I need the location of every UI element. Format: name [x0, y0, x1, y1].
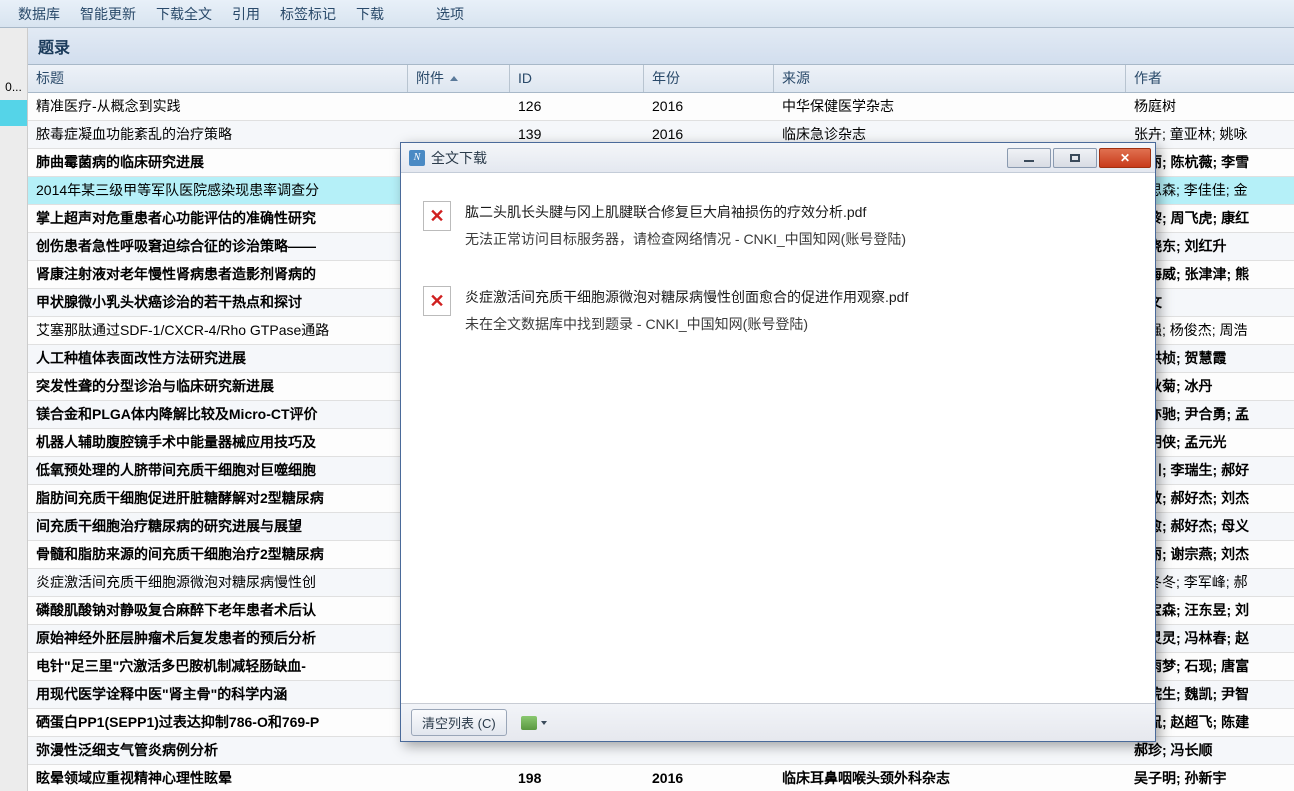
cell-title: 用现代医学诠释中医"肾主骨"的科学内涵 — [28, 681, 408, 708]
close-button[interactable]: ✕ — [1099, 148, 1151, 168]
cell-title: 艾塞那肽通过SDF-1/CXCR-4/Rho GTPase通路 — [28, 317, 408, 344]
col-title[interactable]: 标题 — [28, 65, 408, 92]
download-status: 无法正常访问目标服务器，请检查网络情况 - CNKI_中国知网(账号登陆) — [465, 226, 906, 253]
menu-cite[interactable]: 引用 — [222, 2, 270, 26]
download-status: 未在全文数据库中找到题录 - CNKI_中国知网(账号登陆) — [465, 311, 908, 338]
download-item[interactable]: ✕ 炎症激活间充质干细胞源微泡对糖尿病慢性创面愈合的促进作用观察.pdf未在全文数… — [417, 270, 1139, 355]
cell-title: 肺曲霉菌病的临床研究进展 — [28, 149, 408, 176]
clear-list-button[interactable]: 清空列表 (C) — [411, 709, 507, 736]
cell-title: 脓毒症凝血功能紊乱的治疗策略 — [28, 121, 408, 148]
download-dialog: N 全文下载 ✕ ✕ 肱二头肌长头腱与冈上肌腱联合修复巨大肩袖损伤的疗效分析.pd… — [400, 142, 1156, 742]
cell-id: 126 — [510, 93, 644, 120]
cell-title: 甲状腺微小乳头状癌诊治的若干热点和探讨 — [28, 289, 408, 316]
cell-title: 机器人辅助腹腔镜手术中能量器械应用技巧及 — [28, 429, 408, 456]
download-filename: 肱二头肌长头腱与冈上肌腱联合修复巨大肩袖损伤的疗效分析.pdf — [465, 199, 906, 226]
col-id[interactable]: ID — [510, 65, 644, 92]
cell-title: 掌上超声对危重患者心功能评估的准确性研究 — [28, 205, 408, 232]
cell-title: 肾康注射液对老年慢性肾病患者造影剂肾病的 — [28, 261, 408, 288]
cell-title: 眩晕领域应重视精神心理性眩晕 — [28, 765, 408, 791]
maximize-icon — [1070, 154, 1080, 162]
pdf-error-icon: ✕ — [423, 286, 451, 316]
dropdown-icon — [541, 721, 547, 725]
cell-year: 2016 — [644, 93, 774, 120]
menu-download[interactable]: 下载 — [346, 2, 394, 26]
col-source[interactable]: 来源 — [774, 65, 1126, 92]
col-year[interactable]: 年份 — [644, 65, 774, 92]
cell-title: 人工种植体表面改性方法研究进展 — [28, 345, 408, 372]
col-author[interactable]: 作者 — [1126, 65, 1294, 92]
sidebar-highlight — [0, 100, 27, 126]
cell-source: 临床耳鼻咽喉头颈外科杂志 — [774, 765, 1126, 791]
pdf-error-icon: ✕ — [423, 201, 451, 231]
cell-author: 杨庭树 — [1126, 93, 1294, 120]
cell-title: 骨髓和脂肪来源的间充质干细胞治疗2型糖尿病 — [28, 541, 408, 568]
cell-title: 炎症激活间充质干细胞源微泡对糖尿病慢性创 — [28, 569, 408, 596]
cell-year: 2016 — [644, 765, 774, 791]
cell-title: 突发性聋的分型诊治与临床研究新进展 — [28, 373, 408, 400]
maximize-button[interactable] — [1053, 148, 1097, 168]
dialog-title: 全文下载 — [431, 148, 1007, 168]
cell-title: 电针"足三里"穴激活多巴胺机制减轻肠缺血- — [28, 653, 408, 680]
options-icon — [521, 716, 537, 730]
section-title: 题录 — [28, 28, 1294, 65]
close-icon: ✕ — [1120, 151, 1130, 165]
table-row[interactable]: 眩晕领域应重视精神心理性眩晕 1982016临床耳鼻咽喉头颈外科杂志吴子明; 孙新… — [28, 765, 1294, 791]
sidebar-counter: 0... — [0, 74, 27, 100]
cell-title: 原始神经外胚层肿瘤术后复发患者的预后分析 — [28, 625, 408, 652]
cell-id: 198 — [510, 765, 644, 791]
cell-title: 镁合金和PLGA体内降解比较及Micro-CT评价 — [28, 401, 408, 428]
dialog-titlebar[interactable]: N 全文下载 ✕ — [401, 143, 1155, 173]
cell-author: 吴子明; 孙新宇 — [1126, 765, 1294, 791]
menu-database[interactable]: 数据库 — [8, 2, 70, 26]
sort-asc-icon — [450, 76, 458, 81]
download-item-text: 肱二头肌长头腱与冈上肌腱联合修复巨大肩袖损伤的疗效分析.pdf无法正常访问目标服… — [465, 199, 906, 252]
cell-attachment — [408, 93, 510, 120]
minimize-icon — [1024, 160, 1034, 162]
sidebar: 0... — [0, 28, 28, 791]
download-item[interactable]: ✕ 肱二头肌长头腱与冈上肌腱联合修复巨大肩袖损伤的疗效分析.pdf无法正常访问目标… — [417, 185, 1139, 270]
cell-title: 创伤患者急性呼吸窘迫综合征的诊治策略—— — [28, 233, 408, 260]
cell-title: 2014年某三级甲等军队医院感染现患率调查分 — [28, 177, 408, 204]
footer-options-button[interactable] — [521, 716, 547, 730]
cell-attachment — [408, 765, 510, 791]
minimize-button[interactable] — [1007, 148, 1051, 168]
cell-title: 磷酸肌酸钠对静吸复合麻醉下老年患者术后认 — [28, 597, 408, 624]
download-item-text: 炎症激活间充质干细胞源微泡对糖尿病慢性创面愈合的促进作用观察.pdf未在全文数据… — [465, 284, 908, 337]
menu-options[interactable]: 选项 — [426, 2, 474, 26]
cell-title: 低氧预处理的人脐带间充质干细胞对巨噬细胞 — [28, 457, 408, 484]
table-header: 标题 附件 ID 年份 来源 作者 — [28, 65, 1294, 93]
cell-title: 精准医疗-从概念到实践 — [28, 93, 408, 120]
menubar: 数据库 智能更新 下载全文 引用 标签标记 下载 选项 — [0, 0, 1294, 28]
cell-title: 弥漫性泛细支气管炎病例分析 — [28, 737, 408, 764]
cell-source: 中华保健医学杂志 — [774, 93, 1126, 120]
col-attachment[interactable]: 附件 — [408, 65, 510, 92]
dialog-footer: 清空列表 (C) — [401, 703, 1155, 741]
col-attachment-label: 附件 — [416, 69, 444, 88]
download-filename: 炎症激活间充质干细胞源微泡对糖尿病慢性创面愈合的促进作用观察.pdf — [465, 284, 908, 311]
menu-smart-update[interactable]: 智能更新 — [70, 2, 146, 26]
menu-tag[interactable]: 标签标记 — [270, 2, 346, 26]
dialog-body: ✕ 肱二头肌长头腱与冈上肌腱联合修复巨大肩袖损伤的疗效分析.pdf无法正常访问目标… — [401, 173, 1155, 703]
cell-title: 脂肪间充质干细胞促进肝脏糖酵解对2型糖尿病 — [28, 485, 408, 512]
menu-download-fulltext[interactable]: 下载全文 — [146, 2, 222, 26]
cell-title: 间充质干细胞治疗糖尿病的研究进展与展望 — [28, 513, 408, 540]
dialog-app-icon: N — [409, 150, 425, 166]
table-row[interactable]: 精准医疗-从概念到实践 1262016中华保健医学杂志杨庭树 — [28, 93, 1294, 121]
cell-title: 硒蛋白PP1(SEPP1)过表达抑制786-O和769-P — [28, 709, 408, 736]
error-x-icon: ✕ — [429, 291, 444, 312]
error-x-icon: ✕ — [429, 206, 444, 227]
